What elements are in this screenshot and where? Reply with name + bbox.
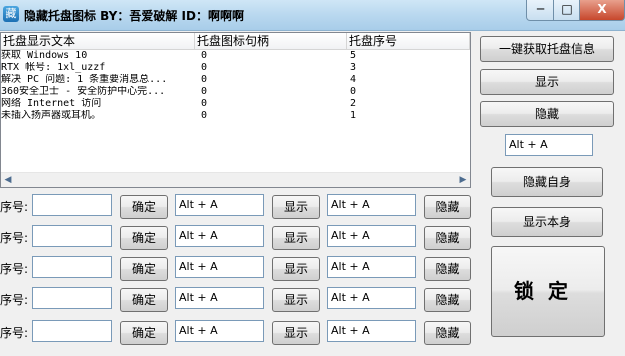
table-row[interactable]: 未插入扬声器或耳机。 0 1 bbox=[1, 110, 470, 122]
row-text: 获取 Windows 10 bbox=[1, 50, 88, 61]
hide-button[interactable]: 隐藏 bbox=[424, 195, 471, 219]
row-index: 1 bbox=[350, 110, 357, 121]
hide-hotkey-field[interactable]: Alt + A bbox=[327, 225, 416, 247]
index-label: 序号: bbox=[0, 231, 29, 245]
index-label: 序号: bbox=[0, 262, 29, 276]
column-header-index[interactable]: 托盘序号 bbox=[347, 33, 470, 49]
confirm-button[interactable]: 确定 bbox=[120, 321, 168, 345]
row-text: 未插入扬声器或耳机。 bbox=[1, 110, 101, 121]
index-input[interactable] bbox=[32, 256, 112, 278]
show-button[interactable]: 显示 bbox=[272, 321, 320, 345]
confirm-button[interactable]: 确定 bbox=[120, 226, 168, 250]
maximize-button[interactable]: □ bbox=[553, 0, 581, 21]
index-input[interactable] bbox=[32, 320, 112, 342]
show-hotkey-field[interactable]: Alt + A bbox=[175, 225, 264, 247]
hide-self-button[interactable]: 隐藏自身 bbox=[491, 167, 603, 197]
hide-button[interactable]: 隐藏 bbox=[424, 257, 471, 281]
row-text: 网络 Internet 访问 bbox=[1, 98, 102, 109]
hide-hotkey-field[interactable]: Alt + A bbox=[327, 320, 416, 342]
row-index: 0 bbox=[350, 86, 357, 97]
scroll-left-icon[interactable]: ◀ bbox=[2, 174, 14, 186]
column-header-text[interactable]: 托盘显示文本 bbox=[1, 33, 195, 49]
minimize-button[interactable]: ─ bbox=[526, 0, 555, 21]
hide-hotkey-field[interactable]: Alt + A bbox=[327, 194, 416, 216]
hide-hotkey-field[interactable]: Alt + A bbox=[327, 256, 416, 278]
show-hotkey-field[interactable]: Alt + A bbox=[175, 256, 264, 278]
hide-button-side[interactable]: 隐藏 bbox=[480, 101, 614, 127]
row-handle: 0 bbox=[201, 74, 208, 85]
index-label: 序号: bbox=[0, 326, 29, 340]
row-index: 2 bbox=[350, 98, 357, 109]
show-hotkey-field[interactable]: Alt + A bbox=[175, 320, 264, 342]
title-bar[interactable]: 藏 隐藏托盘图标 BY：吾爱破解 ID：啊啊啊 ─ □ X bbox=[0, 0, 625, 31]
show-button-side[interactable]: 显示 bbox=[480, 69, 614, 95]
show-button[interactable]: 显示 bbox=[272, 195, 320, 219]
index-input[interactable] bbox=[32, 194, 112, 216]
index-label: 序号: bbox=[0, 293, 29, 307]
show-button[interactable]: 显示 bbox=[272, 288, 320, 312]
row-text: 解决 PC 问题: 1 条重要消息总... bbox=[1, 74, 168, 85]
table-row[interactable]: 网络 Internet 访问 0 2 bbox=[1, 98, 470, 110]
get-tray-info-button[interactable]: 一键获取托盘信息 bbox=[480, 36, 614, 62]
hide-hotkey-field[interactable]: Alt + A bbox=[327, 287, 416, 309]
scroll-right-icon[interactable]: ▶ bbox=[457, 174, 469, 186]
lock-button[interactable]: 锁定 bbox=[491, 246, 605, 337]
confirm-button[interactable]: 确定 bbox=[120, 288, 168, 312]
hide-button[interactable]: 隐藏 bbox=[424, 288, 471, 312]
row-handle: 0 bbox=[201, 50, 208, 61]
tray-list[interactable]: 托盘显示文本 托盘图标句柄 托盘序号 获取 Windows 10 0 5 RTX… bbox=[0, 32, 471, 188]
row-text: RTX 帐号: 1xl_uzzf bbox=[1, 62, 106, 73]
row-text: 360安全卫士 - 安全防护中心完... bbox=[1, 86, 166, 97]
close-button[interactable]: X bbox=[579, 0, 625, 21]
window-title: 隐藏托盘图标 BY：吾爱破解 ID：啊啊啊 bbox=[24, 9, 244, 23]
show-button[interactable]: 显示 bbox=[272, 226, 320, 250]
row-handle: 0 bbox=[201, 110, 208, 121]
row-index: 5 bbox=[350, 50, 357, 61]
show-button[interactable]: 显示 bbox=[272, 257, 320, 281]
column-header-handle[interactable]: 托盘图标句柄 bbox=[195, 33, 347, 49]
list-header: 托盘显示文本 托盘图标句柄 托盘序号 bbox=[1, 33, 470, 50]
table-row[interactable]: 360安全卫士 - 安全防护中心完... 0 0 bbox=[1, 86, 470, 98]
row-index: 4 bbox=[350, 74, 357, 85]
index-input[interactable] bbox=[32, 225, 112, 247]
row-handle: 0 bbox=[201, 86, 208, 97]
horizontal-scrollbar[interactable]: ◀ ▶ bbox=[1, 172, 470, 187]
show-hotkey-field[interactable]: Alt + A bbox=[175, 194, 264, 216]
row-handle: 0 bbox=[201, 98, 208, 109]
hotkey-field-side[interactable]: Alt + A bbox=[505, 134, 593, 156]
index-input[interactable] bbox=[32, 287, 112, 309]
app-icon: 藏 bbox=[3, 6, 19, 22]
hide-button[interactable]: 隐藏 bbox=[424, 226, 471, 250]
row-index: 3 bbox=[350, 62, 357, 73]
show-self-button[interactable]: 显示本身 bbox=[491, 207, 603, 237]
table-row[interactable]: 解决 PC 问题: 1 条重要消息总... 0 4 bbox=[1, 74, 470, 86]
confirm-button[interactable]: 确定 bbox=[120, 257, 168, 281]
index-label: 序号: bbox=[0, 200, 29, 214]
hide-button[interactable]: 隐藏 bbox=[424, 321, 471, 345]
table-row[interactable]: 获取 Windows 10 0 5 bbox=[1, 50, 470, 62]
show-hotkey-field[interactable]: Alt + A bbox=[175, 287, 264, 309]
confirm-button[interactable]: 确定 bbox=[120, 195, 168, 219]
row-handle: 0 bbox=[201, 62, 208, 73]
table-row[interactable]: RTX 帐号: 1xl_uzzf 0 3 bbox=[1, 62, 470, 74]
